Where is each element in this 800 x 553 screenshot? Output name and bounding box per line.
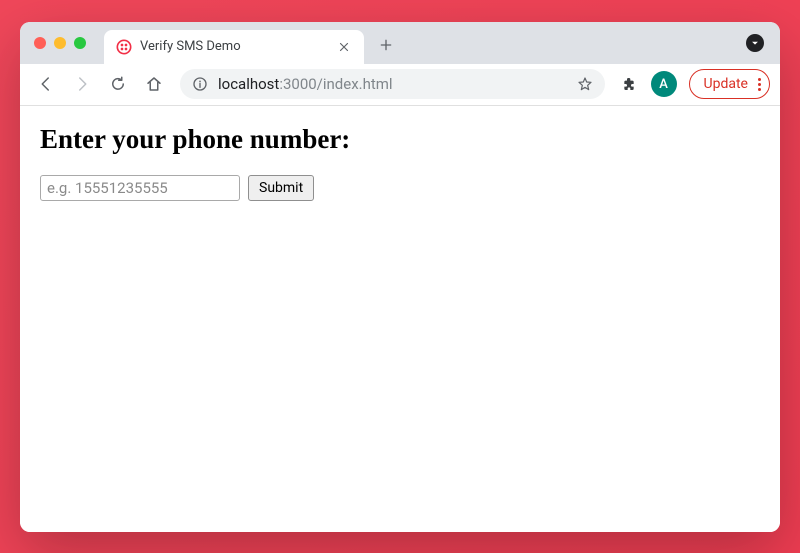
minimize-window-button[interactable] — [54, 37, 66, 49]
url-text: localhost:3000/index.html — [218, 75, 567, 93]
home-button[interactable] — [138, 68, 170, 100]
site-info-icon[interactable] — [192, 76, 208, 92]
page-heading: Enter your phone number: — [40, 124, 760, 155]
profile-avatar[interactable]: A — [651, 71, 677, 97]
avatar-letter: A — [659, 77, 668, 92]
reload-button[interactable] — [102, 68, 134, 100]
browser-tab[interactable]: Verify SMS Demo — [104, 30, 364, 64]
tab-title: Verify SMS Demo — [140, 39, 328, 54]
url-host: localhost — [218, 75, 279, 93]
update-button[interactable]: Update — [689, 69, 770, 99]
phone-input[interactable] — [40, 175, 240, 201]
page-content: Enter your phone number: Submit — [20, 106, 780, 532]
overflow-menu-icon[interactable] — [758, 78, 761, 91]
bookmark-star-icon[interactable] — [577, 76, 593, 92]
close-tab-button[interactable] — [336, 39, 352, 55]
extensions-icon[interactable] — [615, 70, 643, 98]
forward-button[interactable] — [66, 68, 98, 100]
twilio-favicon-icon — [116, 39, 132, 55]
browser-window: Verify SMS Demo l — [20, 22, 780, 532]
maximize-window-button[interactable] — [74, 37, 86, 49]
close-window-button[interactable] — [34, 37, 46, 49]
update-label: Update — [704, 76, 748, 92]
tab-search-button[interactable] — [746, 34, 764, 52]
tab-bar: Verify SMS Demo — [20, 22, 780, 64]
address-bar[interactable]: localhost:3000/index.html — [180, 69, 605, 99]
window-controls — [34, 37, 86, 49]
submit-button[interactable]: Submit — [248, 175, 314, 201]
browser-toolbar: localhost:3000/index.html A Update — [20, 64, 780, 106]
back-button[interactable] — [30, 68, 62, 100]
phone-form: Submit — [40, 175, 760, 201]
url-path: :3000/index.html — [279, 75, 392, 93]
new-tab-button[interactable] — [372, 31, 400, 59]
